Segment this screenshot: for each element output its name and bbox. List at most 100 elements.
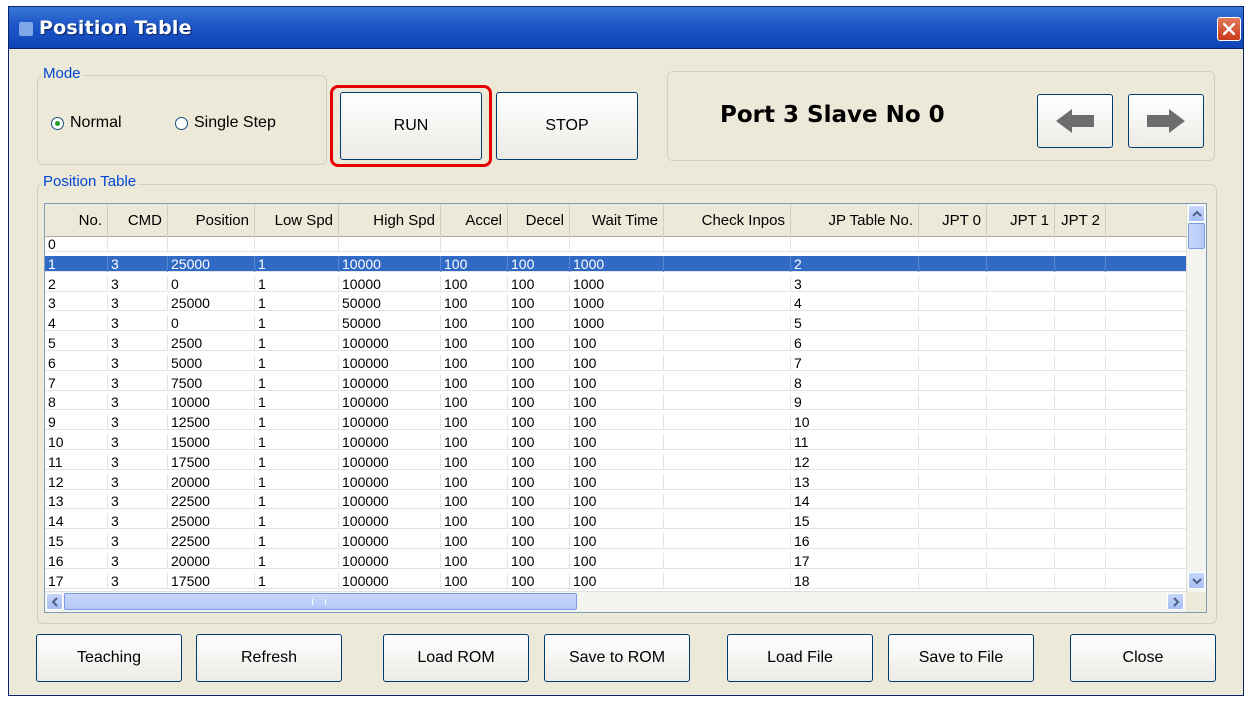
table-cell[interactable]: 100	[508, 374, 570, 391]
table-cell[interactable]: 4	[791, 295, 919, 312]
column-header[interactable]: High Spd	[339, 204, 441, 236]
table-row[interactable]: 4 3 0 1 50000 100 100 1000 5	[45, 315, 1188, 332]
table-row[interactable]: 9 3 12500 1 100000 100 100 100 10	[45, 414, 1188, 431]
table-cell[interactable]: 100000	[339, 552, 441, 569]
run-button[interactable]: RUN	[340, 92, 482, 160]
table-cell[interactable]: 1	[255, 315, 339, 332]
table-cell[interactable]: 2	[45, 275, 108, 292]
table-cell[interactable]	[987, 493, 1055, 510]
table-cell[interactable]: 100	[570, 335, 664, 351]
column-header[interactable]: JPT 1	[987, 204, 1055, 236]
table-cell[interactable]	[570, 236, 664, 252]
scroll-down-button[interactable]	[1188, 572, 1205, 589]
table-cell[interactable]: 100	[441, 275, 508, 292]
table-cell[interactable]: 17	[45, 572, 108, 589]
table-row[interactable]: 7 3 7500 1 100000 100 100 100 8	[45, 374, 1188, 391]
table-cell[interactable]: 0	[168, 275, 255, 292]
table-cell[interactable]: 100	[570, 414, 664, 431]
table-cell[interactable]	[1055, 533, 1106, 549]
horizontal-scroll-thumb[interactable]	[64, 593, 577, 610]
column-header[interactable]: Low Spd	[255, 204, 339, 236]
refresh-button[interactable]: Refresh	[196, 634, 342, 682]
table-cell[interactable]	[1055, 374, 1106, 391]
table-row[interactable]: 6 3 5000 1 100000 100 100 100 7	[45, 354, 1188, 371]
column-header[interactable]: JP Table No.	[791, 204, 919, 236]
table-cell[interactable]: 100000	[339, 394, 441, 411]
table-cell[interactable]: 100	[508, 295, 570, 312]
table-cell[interactable]	[919, 354, 987, 371]
scroll-left-button[interactable]	[46, 593, 63, 610]
table-cell[interactable]: 1000	[570, 315, 664, 332]
table-cell[interactable]: 1	[255, 354, 339, 371]
table-cell[interactable]: 3	[108, 453, 168, 470]
column-header[interactable]: Wait Time	[570, 204, 664, 236]
close-window-button[interactable]	[1217, 17, 1241, 41]
table-cell[interactable]	[664, 255, 791, 272]
table-row[interactable]: 8 3 10000 1 100000 100 100 100 9	[45, 394, 1188, 411]
table-cell[interactable]: 100000	[339, 473, 441, 490]
scroll-right-button[interactable]	[1167, 593, 1184, 610]
table-cell[interactable]	[1055, 255, 1106, 272]
table-cell[interactable]: 8	[45, 394, 108, 411]
table-cell[interactable]: 100	[441, 533, 508, 549]
table-cell[interactable]: 3	[108, 275, 168, 292]
table-cell[interactable]: 100	[508, 354, 570, 371]
table-cell[interactable]	[987, 295, 1055, 312]
table-cell[interactable]: 12500	[168, 414, 255, 431]
table-cell[interactable]: 11	[45, 453, 108, 470]
table-cell[interactable]: 3	[108, 315, 168, 332]
table-cell[interactable]: 1	[255, 295, 339, 312]
table-cell[interactable]	[664, 453, 791, 470]
table-cell[interactable]: 1000	[570, 255, 664, 272]
table-cell[interactable]: 3	[108, 533, 168, 549]
table-cell[interactable]	[919, 434, 987, 450]
table-cell[interactable]: 3	[108, 414, 168, 431]
table-cell[interactable]	[664, 374, 791, 391]
table-cell[interactable]: 100	[441, 315, 508, 332]
column-header[interactable]: No.	[45, 204, 108, 236]
table-cell[interactable]: 100	[508, 473, 570, 490]
table-cell[interactable]	[919, 255, 987, 272]
table-cell[interactable]: 7500	[168, 374, 255, 391]
table-cell[interactable]: 100	[441, 572, 508, 589]
table-row[interactable]: 13 3 22500 1 100000 100 100 100 14	[45, 493, 1188, 510]
scroll-up-button[interactable]	[1188, 205, 1205, 222]
table-cell[interactable]	[919, 493, 987, 510]
table-cell[interactable]	[919, 414, 987, 431]
table-cell[interactable]: 50000	[339, 315, 441, 332]
table-cell[interactable]: 100000	[339, 414, 441, 431]
table-cell[interactable]: 100	[441, 552, 508, 569]
table-cell[interactable]	[664, 335, 791, 351]
table-cell[interactable]	[1055, 354, 1106, 371]
table-cell[interactable]: 7	[45, 374, 108, 391]
table-cell[interactable]: 3	[108, 434, 168, 450]
save-to-rom-button[interactable]: Save to ROM	[544, 634, 690, 682]
stop-button[interactable]: STOP	[496, 92, 638, 160]
table-cell[interactable]: 100	[508, 275, 570, 292]
table-cell[interactable]: 1	[255, 374, 339, 391]
table-cell[interactable]: 17500	[168, 572, 255, 589]
table-cell[interactable]: 100	[441, 374, 508, 391]
table-cell[interactable]	[664, 236, 791, 252]
table-cell[interactable]: 9	[791, 394, 919, 411]
column-header[interactable]: Check Inpos	[664, 204, 791, 236]
table-cell[interactable]: 100	[508, 513, 570, 530]
table-cell[interactable]: 100000	[339, 354, 441, 371]
table-cell[interactable]: 100	[441, 255, 508, 272]
table-cell[interactable]	[664, 354, 791, 371]
table-cell[interactable]	[919, 473, 987, 490]
table-cell[interactable]: 100	[570, 374, 664, 391]
table-cell[interactable]: 11	[791, 434, 919, 450]
table-cell[interactable]: 16	[791, 533, 919, 549]
table-cell[interactable]	[791, 236, 919, 252]
table-cell[interactable]	[919, 275, 987, 292]
table-cell[interactable]	[664, 473, 791, 490]
table-cell[interactable]	[1055, 335, 1106, 351]
table-cell[interactable]: 3	[108, 513, 168, 530]
table-cell[interactable]	[664, 295, 791, 312]
table-cell[interactable]: 13	[791, 473, 919, 490]
table-cell[interactable]: 100000	[339, 572, 441, 589]
table-cell[interactable]	[919, 572, 987, 589]
table-cell[interactable]	[664, 414, 791, 431]
table-cell[interactable]	[1055, 275, 1106, 292]
